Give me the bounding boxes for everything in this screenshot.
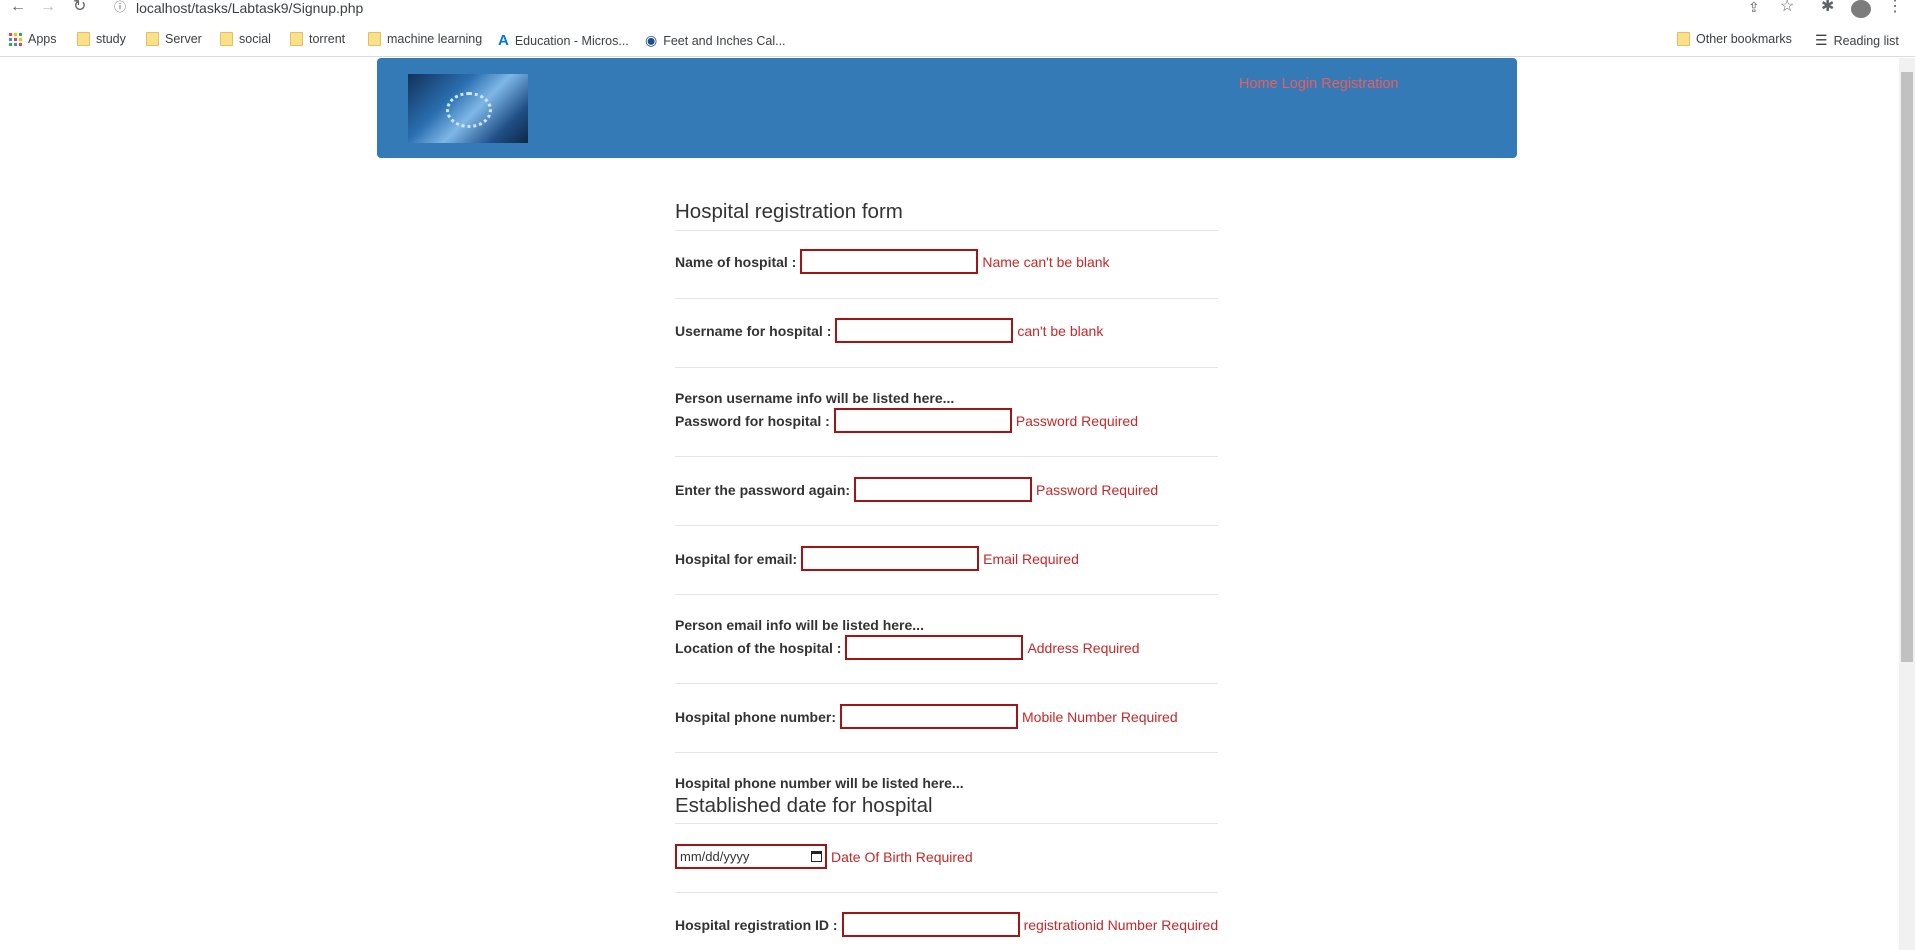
phone-row: Hospital phone number: Mobile Number Req…	[675, 704, 1178, 729]
apps-grid-icon	[9, 32, 22, 46]
folder-icon	[220, 32, 233, 46]
regid-error: registrationid Number Required	[1023, 916, 1219, 933]
divider	[675, 525, 1218, 526]
divider	[675, 367, 1218, 368]
profile-avatar[interactable]	[1851, 0, 1871, 18]
divider	[675, 892, 1218, 893]
username-input[interactable]	[835, 318, 1014, 343]
date-error: Date Of Birth Required	[831, 848, 973, 865]
password-label: Password for hospital :	[675, 412, 830, 429]
username-info: Person username info will be listed here…	[675, 390, 955, 406]
folder-icon	[290, 32, 303, 46]
email-row: Hospital for email: Email Required	[675, 546, 1079, 571]
divider	[675, 823, 1218, 824]
email-label: Hospital for email:	[675, 550, 798, 567]
established-date-input[interactable]: mm/dd/yyyy	[675, 844, 827, 869]
calendar-icon[interactable]	[811, 851, 822, 862]
divider	[675, 594, 1218, 595]
hospital-logo-image	[408, 74, 528, 143]
email-input[interactable]	[801, 546, 980, 571]
date-row: mm/dd/yyyy Date Of Birth Required	[675, 844, 973, 869]
username-label: Username for hospital :	[675, 322, 832, 339]
divider	[675, 752, 1218, 753]
username-row: Username for hospital : can't be blank	[675, 318, 1103, 343]
bookmark-study[interactable]: study	[77, 32, 126, 46]
name-error: Name can't be blank	[982, 253, 1110, 270]
phone-input[interactable]	[840, 704, 1018, 729]
form-title: Hospital registration form	[675, 200, 1218, 231]
name-label: Name of hospital :	[675, 253, 797, 270]
folder-icon	[368, 32, 381, 46]
email-info: Person email info will be listed here...	[675, 617, 924, 633]
scrollbar-thumb[interactable]	[1901, 72, 1913, 662]
established-date-title: Established date for hospital	[675, 794, 933, 817]
nav-home-link[interactable]: Home	[1239, 76, 1278, 92]
location-row: Location of the hospital : Address Requi…	[675, 635, 1140, 660]
extensions-icon[interactable]: ✱	[1821, 0, 1834, 15]
regid-label: Hospital registration ID :	[675, 916, 838, 933]
registration-form: Hospital registration form Name of hospi…	[675, 200, 1218, 937]
regid-row: Hospital registration ID : registrationi…	[675, 912, 1218, 937]
username-error: can't be blank	[1017, 322, 1104, 339]
reading-list-icon: ☰	[1815, 32, 1828, 48]
azure-icon: A	[498, 32, 509, 49]
bookmark-server[interactable]: Server	[146, 32, 202, 46]
folder-icon	[146, 32, 159, 46]
bookmark-education[interactable]: A Education - Micros...	[498, 32, 629, 49]
phone-label: Hospital phone number:	[675, 708, 836, 725]
star-icon[interactable]: ☆	[1780, 0, 1794, 15]
location-input[interactable]	[845, 635, 1024, 660]
folder-icon	[1677, 32, 1690, 46]
name-row: Name of hospital : Name can't be blank	[675, 249, 1110, 274]
browser-toolbar: ← → ↻ ⓘ localhost/tasks/Labtask9/Signup.…	[0, 0, 1915, 24]
reload-icon[interactable]: ↻	[73, 0, 86, 15]
site-header: Home Login Registration	[377, 58, 1517, 158]
location-error: Address Required	[1027, 639, 1140, 656]
email-error: Email Required	[983, 550, 1079, 567]
calculator-site-icon: ◉	[645, 32, 658, 48]
password-error: Password Required	[1015, 412, 1138, 429]
registration-id-input[interactable]	[841, 912, 1020, 937]
forward-arrow-icon[interactable]: →	[40, 0, 56, 15]
bookmark-feet-inches[interactable]: ◉ Feet and Inches Cal...	[645, 32, 786, 49]
bookmark-apps[interactable]: Apps	[9, 32, 57, 46]
bookmark-other[interactable]: Other bookmarks	[1677, 32, 1792, 46]
folder-icon	[77, 32, 90, 46]
main-nav: Home Login Registration	[1239, 76, 1399, 92]
nav-login-link[interactable]: Login	[1282, 76, 1317, 92]
nav-registration-link[interactable]: Registration	[1321, 76, 1398, 92]
password2-row: Enter the password again: Password Requi…	[675, 477, 1158, 502]
address-bar[interactable]: localhost/tasks/Labtask9/Signup.php	[136, 0, 363, 16]
password-input[interactable]	[833, 408, 1012, 433]
location-label: Location of the hospital :	[675, 639, 842, 656]
share-icon[interactable]: ⇪	[1748, 0, 1760, 14]
divider	[675, 456, 1218, 457]
site-info-icon[interactable]: ⓘ	[114, 0, 126, 14]
phone-info: Hospital phone number will be listed her…	[675, 775, 964, 791]
phone-error: Mobile Number Required	[1022, 708, 1178, 725]
password-row: Password for hospital : Password Require…	[675, 408, 1138, 433]
reading-list[interactable]: ☰ Reading list	[1815, 32, 1899, 49]
bookmarks-bar: Apps study Server social torrent machine…	[0, 28, 1915, 57]
menu-kebab-icon[interactable]: ⋮	[1887, 0, 1903, 15]
hospital-name-input[interactable]	[800, 249, 979, 274]
bookmark-machine-learning[interactable]: machine learning	[368, 32, 482, 46]
bookmark-social[interactable]: social	[220, 32, 271, 46]
password-confirm-input[interactable]	[854, 477, 1033, 502]
divider	[675, 298, 1218, 299]
password2-label: Enter the password again:	[675, 481, 851, 498]
back-arrow-icon[interactable]: ←	[10, 0, 26, 15]
bookmark-torrent[interactable]: torrent	[290, 32, 345, 46]
divider	[675, 683, 1218, 684]
password2-error: Password Required	[1036, 481, 1159, 498]
